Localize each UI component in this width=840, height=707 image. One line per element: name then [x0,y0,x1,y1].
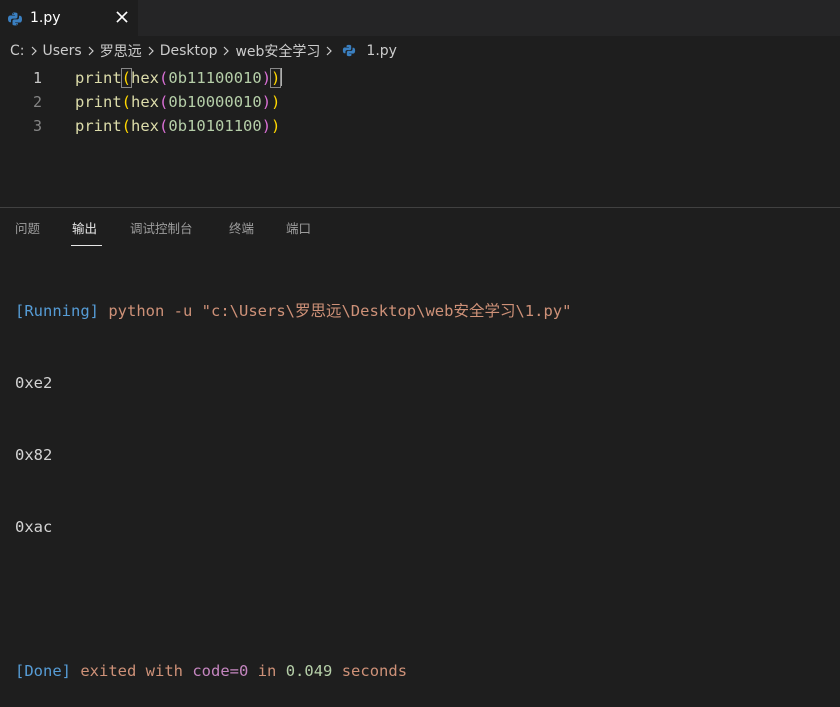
code-editor[interactable]: 1 print(hex(0b11100010)) 2 print(hex(0b1… [0,66,840,206]
tab-filename: 1.py [30,10,61,26]
output-line: 0xac [15,518,53,536]
output-panel[interactable]: [Running] python -u "c:\Users\罗思远\Deskto… [15,251,571,707]
tab-debug-console[interactable]: 调试控制台 [130,220,193,238]
line-number: 2 [32,93,42,111]
python-icon [7,11,23,30]
tab-ports[interactable]: 端口 [286,220,311,238]
editor-tab-bar: 1.py [0,0,840,36]
chevron-right-icon [322,44,336,58]
code-text: print(hex(0b10101100)) [75,117,281,135]
code-text: print(hex(0b10000010)) [75,93,281,111]
breadcrumb-item-desktop[interactable]: Desktop [160,43,218,59]
breadcrumb-item-user[interactable]: 罗思远 [100,41,142,61]
tab-problems[interactable]: 问题 [15,220,40,238]
output-line-running: [Running] python -u "c:\Users\罗思远\Deskto… [15,302,572,320]
code-line[interactable]: 2 print(hex(0b10000010)) [0,90,840,114]
code-line[interactable]: 3 print(hex(0b10101100)) [0,114,840,138]
editor-tab-1py[interactable]: 1.py [0,0,138,36]
panel-tab-bar: 问题 输出 调试控制台 终端 端口 [0,208,840,248]
breadcrumb-item-users[interactable]: Users [43,43,82,59]
tab-terminal[interactable]: 终端 [229,220,254,238]
line-number: 3 [32,117,42,135]
breadcrumb-item-drive[interactable]: C: [10,43,25,59]
text-cursor [280,68,283,86]
chevron-right-icon [144,44,158,58]
output-line: 0x82 [15,446,53,464]
breadcrumb-item-file[interactable]: 1.py [366,43,397,59]
breadcrumb: C: Users 罗思远 Desktop web安全学习 1.py [0,36,840,66]
chevron-right-icon [84,44,98,58]
tab-output[interactable]: 输出 [72,220,97,238]
code-text: print(hex(0b11100010)) [75,68,283,88]
code-line[interactable]: 1 print(hex(0b11100010)) [0,66,840,90]
close-icon[interactable] [114,9,130,25]
output-line: 0xe2 [15,374,53,392]
line-number: 1 [32,69,42,87]
output-line-blank [15,587,571,611]
breadcrumb-item-folder[interactable]: web安全学习 [235,41,320,61]
python-icon [342,43,356,59]
active-tab-indicator [71,245,102,246]
chevron-right-icon [27,44,41,58]
chevron-right-icon [219,44,233,58]
output-line-done: [Done] exited with code=0 in 0.049 secon… [15,662,408,680]
